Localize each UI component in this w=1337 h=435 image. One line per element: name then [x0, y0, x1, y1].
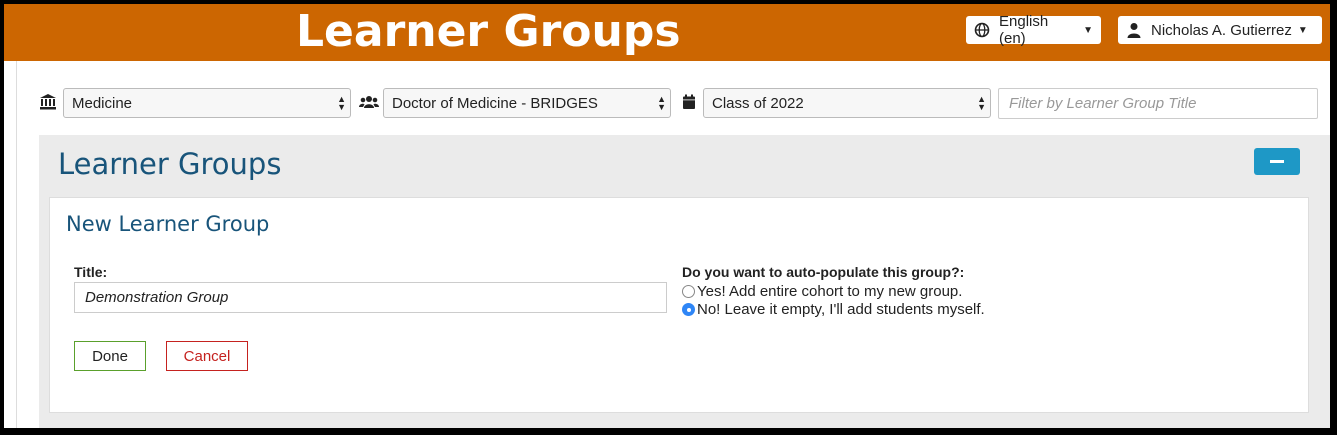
collapse-button[interactable]: [1254, 148, 1300, 175]
title-label: Title:: [74, 264, 108, 280]
user-icon: [1126, 22, 1142, 38]
radio-no-label: No! Leave it empty, I'll add students my…: [697, 301, 985, 318]
learner-groups-panel: Learner Groups New Learner Group Title: …: [39, 135, 1330, 428]
user-menu[interactable]: Nicholas A. Gutierrez ▼: [1118, 16, 1322, 44]
calendar-icon: [681, 94, 699, 110]
radio-no[interactable]: [682, 303, 695, 316]
chevron-down-icon: ▼: [1083, 24, 1093, 36]
done-button[interactable]: Done: [74, 341, 146, 371]
user-name: Nicholas A. Gutierrez: [1151, 21, 1292, 39]
app-frame: Learner Groups English (en) ▼ Nicholas A…: [4, 4, 1330, 428]
select-arrows-icon: ▲ ▼: [337, 94, 346, 112]
radio-option-no[interactable]: No! Leave it empty, I'll add students my…: [682, 301, 985, 318]
minus-icon: [1270, 160, 1284, 163]
auto-populate-question: Do you want to auto-populate this group?…: [682, 264, 965, 280]
users-icon: [359, 94, 379, 110]
header-title: Learner Groups: [296, 6, 681, 57]
radio-option-yes[interactable]: Yes! Add entire cohort to my new group.: [682, 283, 962, 300]
program-select-value: Doctor of Medicine - BRIDGES: [392, 94, 598, 112]
institution-icon: [39, 94, 57, 110]
select-arrows-icon: ▲ ▼: [977, 94, 986, 112]
select-arrows-icon: ▲ ▼: [657, 94, 666, 112]
globe-icon: [974, 22, 990, 38]
cohort-select-value: Class of 2022: [712, 94, 804, 112]
radio-yes-label: Yes! Add entire cohort to my new group.: [697, 283, 963, 300]
cancel-button[interactable]: Cancel: [166, 341, 248, 371]
radio-yes[interactable]: [682, 285, 695, 298]
new-group-heading: New Learner Group: [66, 212, 270, 236]
learner-group-filter-input[interactable]: Filter by Learner Group Title: [998, 88, 1318, 119]
school-select-value: Medicine: [72, 94, 133, 112]
top-header: Learner Groups English (en) ▼ Nicholas A…: [4, 4, 1330, 61]
program-select[interactable]: Doctor of Medicine - BRIDGES ▲ ▼: [383, 88, 671, 118]
title-input[interactable]: Demonstration Group: [74, 282, 667, 313]
panel-title: Learner Groups: [58, 147, 282, 181]
school-select[interactable]: Medicine ▲ ▼: [63, 88, 351, 118]
cohort-select[interactable]: Class of 2022 ▲ ▼: [703, 88, 991, 118]
divider: [16, 61, 17, 428]
chevron-down-icon: ▼: [1297, 24, 1308, 36]
language-label: English (en): [999, 13, 1049, 47]
language-selector[interactable]: English (en) ▼: [966, 13, 1101, 47]
new-learner-group-form: New Learner Group Title: Demonstration G…: [49, 197, 1309, 413]
